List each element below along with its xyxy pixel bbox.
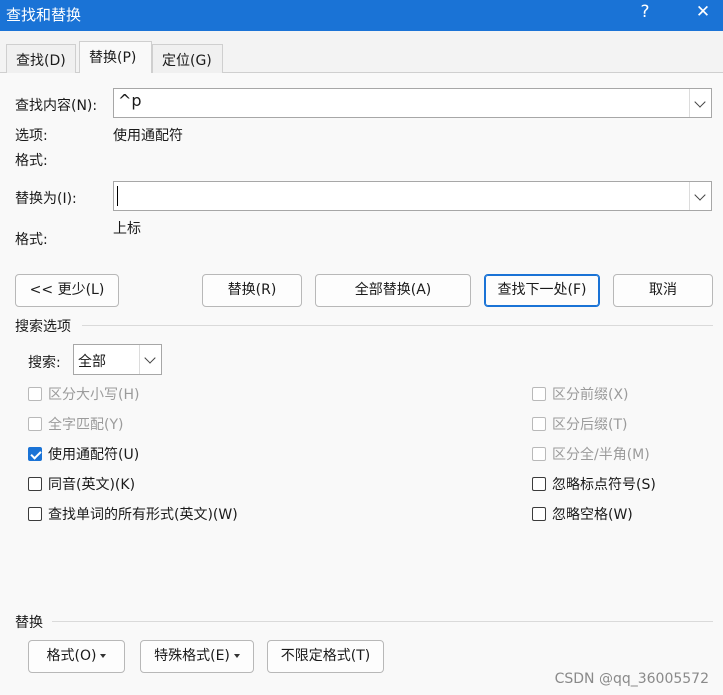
replace-dropdown-button[interactable] [689, 182, 711, 210]
help-icon[interactable]: ? [633, 2, 657, 22]
less-button[interactable]: << 更少(L) [15, 274, 119, 307]
special-format-button[interactable]: 特殊格式(E) [140, 640, 254, 673]
chevron-down-icon [144, 352, 156, 364]
checkbox-label: 区分大小写(H) [48, 387, 140, 403]
replace-label: 替换为(I): [15, 191, 77, 207]
tab-goto[interactable]: 定位(G) [152, 44, 223, 74]
find-label: 查找内容(N): [15, 98, 98, 114]
find-format-label: 格式: [15, 153, 48, 169]
checkbox-box [28, 507, 42, 521]
replace-panel: 查找内容(N): ^p 选项: 使用通配符 格式: 替换为(I): 格式: 上标… [0, 73, 723, 695]
checkbox-label: 全字匹配(Y) [48, 417, 124, 433]
checkbox-box [532, 417, 546, 431]
no-formatting-button[interactable]: 不限定格式(T) [267, 640, 384, 673]
checkbox-box [532, 387, 546, 401]
replace-input[interactable] [113, 181, 712, 211]
checkbox-box [28, 477, 42, 491]
find-value: ^p [118, 91, 142, 110]
cancel-button[interactable]: 取消 [613, 274, 713, 307]
replace-format-label: 格式: [15, 232, 48, 248]
divider [52, 621, 713, 622]
tab-replace[interactable]: 替换(P) [79, 41, 152, 74]
checkbox-label: 区分后缀(T) [552, 417, 628, 433]
checkbox-box [28, 417, 42, 431]
options-value: 使用通配符 [113, 128, 183, 144]
checkbox-label: 忽略标点符号(S) [552, 477, 656, 493]
title-bar: 查找和替换 ? ✕ [0, 0, 723, 31]
tab-strip: 查找(D) 替换(P) 定位(G) [0, 31, 723, 74]
checkbox-label: 查找单词的所有形式(英文)(W) [48, 507, 238, 523]
search-direction-value: 全部 [78, 354, 106, 370]
replace-section-title: 替换 [15, 615, 43, 631]
options-label: 选项: [15, 128, 48, 144]
checkbox-label: 同音(英文)(K) [48, 477, 136, 493]
checkbox-box [532, 477, 546, 491]
search-options-title: 搜索选项 [15, 319, 71, 335]
dropdown-arrow-icon [100, 654, 107, 658]
text-cursor [117, 186, 118, 206]
replace-all-button[interactable]: 全部替换(A) [315, 274, 471, 307]
dropdown-arrow-icon [233, 654, 240, 658]
checkbox-box [28, 387, 42, 401]
format-button-label: 格式(O) [46, 648, 97, 664]
search-direction-select[interactable]: 全部 [73, 344, 162, 375]
checkbox-box [532, 447, 546, 461]
replace-format-value: 上标 [113, 221, 141, 237]
find-dropdown-button[interactable] [689, 89, 711, 117]
search-direction-dropdown[interactable] [139, 345, 161, 374]
chevron-down-icon [694, 189, 706, 201]
checkbox-label: 忽略空格(W) [552, 507, 633, 523]
search-direction-label: 搜索: [28, 355, 61, 371]
format-button[interactable]: 格式(O) [28, 640, 125, 673]
tab-find[interactable]: 查找(D) [6, 44, 76, 74]
find-input[interactable]: ^p [113, 88, 712, 118]
check-icon [28, 447, 42, 461]
window-title: 查找和替换 [6, 6, 82, 24]
checkbox-box [532, 507, 546, 521]
checkbox-label: 区分全/半角(M) [552, 447, 650, 463]
chevron-down-icon [694, 96, 706, 108]
close-icon[interactable]: ✕ [691, 2, 715, 22]
special-button-label: 特殊格式(E) [154, 648, 230, 664]
watermark: CSDN @qq_36005572 [554, 671, 709, 687]
checkbox-label: 使用通配符(U) [48, 447, 140, 463]
checkbox-label: 区分前缀(X) [552, 387, 629, 403]
divider [82, 325, 713, 326]
replace-button[interactable]: 替换(R) [202, 274, 302, 307]
find-next-button[interactable]: 查找下一处(F) [484, 274, 600, 307]
